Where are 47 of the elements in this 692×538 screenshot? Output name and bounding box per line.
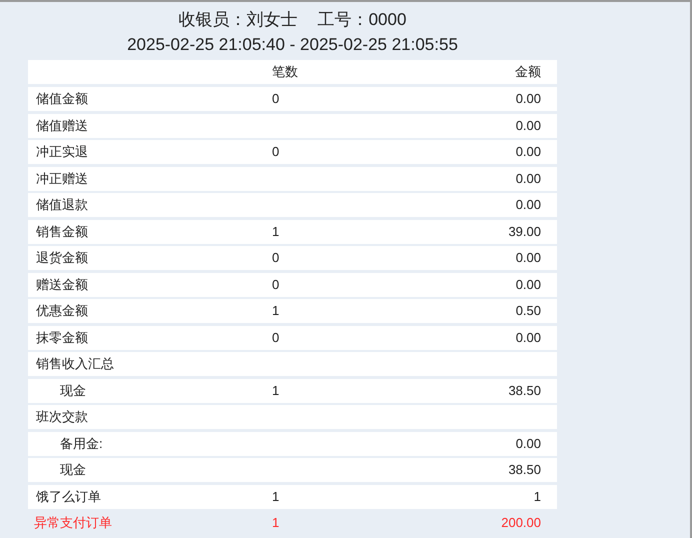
row-label: 冲正赠送	[35, 170, 89, 188]
row-label: 班次交款	[35, 408, 89, 426]
count-cell-text: 0	[272, 249, 280, 268]
staff-number: 工号：0000	[318, 9, 406, 32]
row-label: 赠送金额	[35, 276, 89, 294]
amount-cell-text: 0.00	[516, 328, 542, 347]
row-label: 冲正实退	[35, 143, 89, 162]
row-label: 异常支付订单	[33, 514, 113, 532]
row-label: 储值金额	[35, 90, 89, 108]
column-header: 笔数	[272, 63, 299, 82]
count-cell-text: 1	[272, 302, 280, 320]
row-label: 现金	[59, 461, 87, 480]
amount-cell-text: 0.00	[516, 276, 542, 294]
count-cell-text: 1	[272, 382, 280, 400]
row-label: 饿了么订单	[35, 488, 102, 506]
row-label: 储值退款	[35, 196, 89, 214]
amount-cell-text: 0.00	[516, 116, 542, 135]
count-cell-text: 0	[272, 90, 280, 108]
amount-cell-text: 0.50	[516, 302, 542, 320]
cashier-name: 收银员：刘女士	[178, 9, 298, 32]
amount-cell-text: 1	[534, 488, 542, 506]
count-cell-text: 0	[272, 276, 280, 294]
row-label: 销售金额	[35, 222, 89, 241]
count-cell-text: 0	[272, 143, 280, 162]
row-label: 退货金额	[35, 249, 89, 268]
amount-cell-text: 0.00	[516, 434, 542, 453]
time-range: 2025-02-25 21:05:40 - 2025-02-25 21:05:55	[126, 34, 459, 56]
count-cell-text: 1	[272, 514, 280, 532]
row-label: 抹零金额	[35, 328, 89, 347]
row-label: 备用金:	[59, 434, 104, 453]
amount-cell-text: 38.50	[508, 461, 542, 480]
amount-cell-text: 0.00	[516, 170, 542, 188]
row-label: 储值赠送	[35, 116, 89, 135]
amount-cell-text: 0.00	[516, 90, 542, 108]
amount-cell-text: 0.00	[516, 196, 542, 214]
count-cell-text: 1	[272, 488, 280, 506]
count-cell-text: 0	[272, 328, 280, 347]
row-label: 优惠金额	[35, 302, 89, 320]
amount-cell-text: 0.00	[516, 143, 542, 162]
amount-cell-text: 38.50	[508, 382, 542, 400]
row-label: 销售收入汇总	[35, 355, 115, 374]
amount-cell-text: 200.00	[501, 514, 542, 532]
amount-cell-text: 39.00	[508, 222, 542, 241]
amount-cell-text: 0.00	[516, 249, 542, 268]
column-header: 金额	[515, 63, 542, 82]
row-label: 现金	[59, 382, 87, 400]
count-cell-text: 1	[272, 222, 280, 241]
